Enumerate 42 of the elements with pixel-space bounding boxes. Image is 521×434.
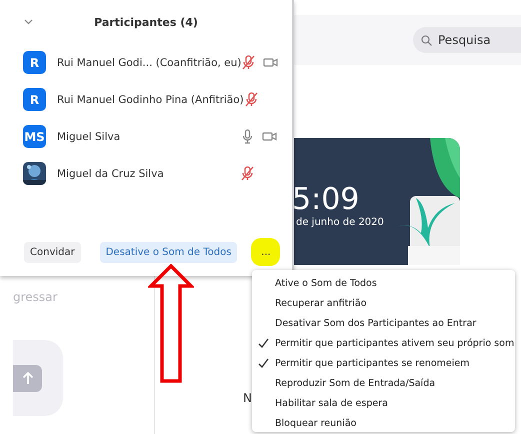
search-field[interactable]: Pesquisa <box>413 27 521 53</box>
menu-item[interactable]: Reproduzir Som de Entrada/Saída <box>252 373 515 393</box>
up-arrow-icon <box>22 371 34 385</box>
panel-title: Participantes (4) <box>94 16 198 28</box>
menu-item-label: Desativar Som dos Participantes ao Entrar <box>275 318 476 328</box>
share-button[interactable] <box>13 364 42 392</box>
menu-item[interactable]: Bloquear reunião <box>252 413 515 433</box>
clock-date: de junho de 2020 <box>296 216 385 228</box>
menu-item[interactable]: Desativar Som dos Participantes ao Entrar <box>252 313 515 333</box>
avatar: MS <box>23 125 46 148</box>
menu-item-label: Ative o Som de Todos <box>275 278 377 288</box>
menu-item[interactable]: Habilitar sala de espera <box>252 393 515 413</box>
participant-name: Miguel Silva <box>57 130 122 142</box>
muted-mic-icon[interactable] <box>240 166 255 181</box>
clock-time: 5:09 <box>292 182 360 216</box>
menu-item[interactable]: Permitir que participantes ativem seu próprio som <box>252 333 515 353</box>
invite-button[interactable]: Convidar <box>24 242 81 262</box>
chevron-down-icon[interactable] <box>24 19 33 25</box>
menu-item[interactable]: Ative o Som de Todos <box>252 273 515 293</box>
more-button[interactable]: ... <box>251 238 280 266</box>
menu-label: gressar <box>13 290 58 304</box>
muted-mic-icon[interactable] <box>241 55 256 70</box>
avatar: R <box>23 88 46 111</box>
mic-icon[interactable] <box>240 129 255 144</box>
menu-item[interactable]: Permitir que participantes se renomeiem <box>252 353 515 373</box>
menu-item-label: Permitir que participantes ativem seu próprio som <box>275 338 514 348</box>
search-placeholder: Pesquisa <box>438 33 491 47</box>
menu-item[interactable]: Recuperar anfitrião <box>252 293 515 313</box>
muted-mic-icon[interactable] <box>244 92 259 107</box>
participant-name: Rui Manuel Godi... (Coanfitrião, eu) <box>57 56 242 68</box>
search-icon <box>421 34 432 46</box>
menu-item-label: Bloquear reunião <box>275 418 356 428</box>
mute-all-button[interactable]: Desative o Som de Todos <box>100 242 238 262</box>
menu-item-label: Recuperar anfitrião <box>275 298 367 308</box>
participant-name: Miguel da Cruz Silva <box>57 168 165 180</box>
menu-item-label: Habilitar sala de espera <box>275 398 388 408</box>
participant-name: Rui Manuel Godinho Pina (Anfitrião) <box>57 94 244 106</box>
partial-text: N <box>243 391 252 405</box>
menu-item-label: Reproduzir Som de Entrada/Saída <box>275 378 436 388</box>
avatar: R <box>23 51 46 74</box>
menu-item-label: Permitir que participantes se renomeiem <box>275 358 470 368</box>
share-card[interactable] <box>13 340 63 416</box>
